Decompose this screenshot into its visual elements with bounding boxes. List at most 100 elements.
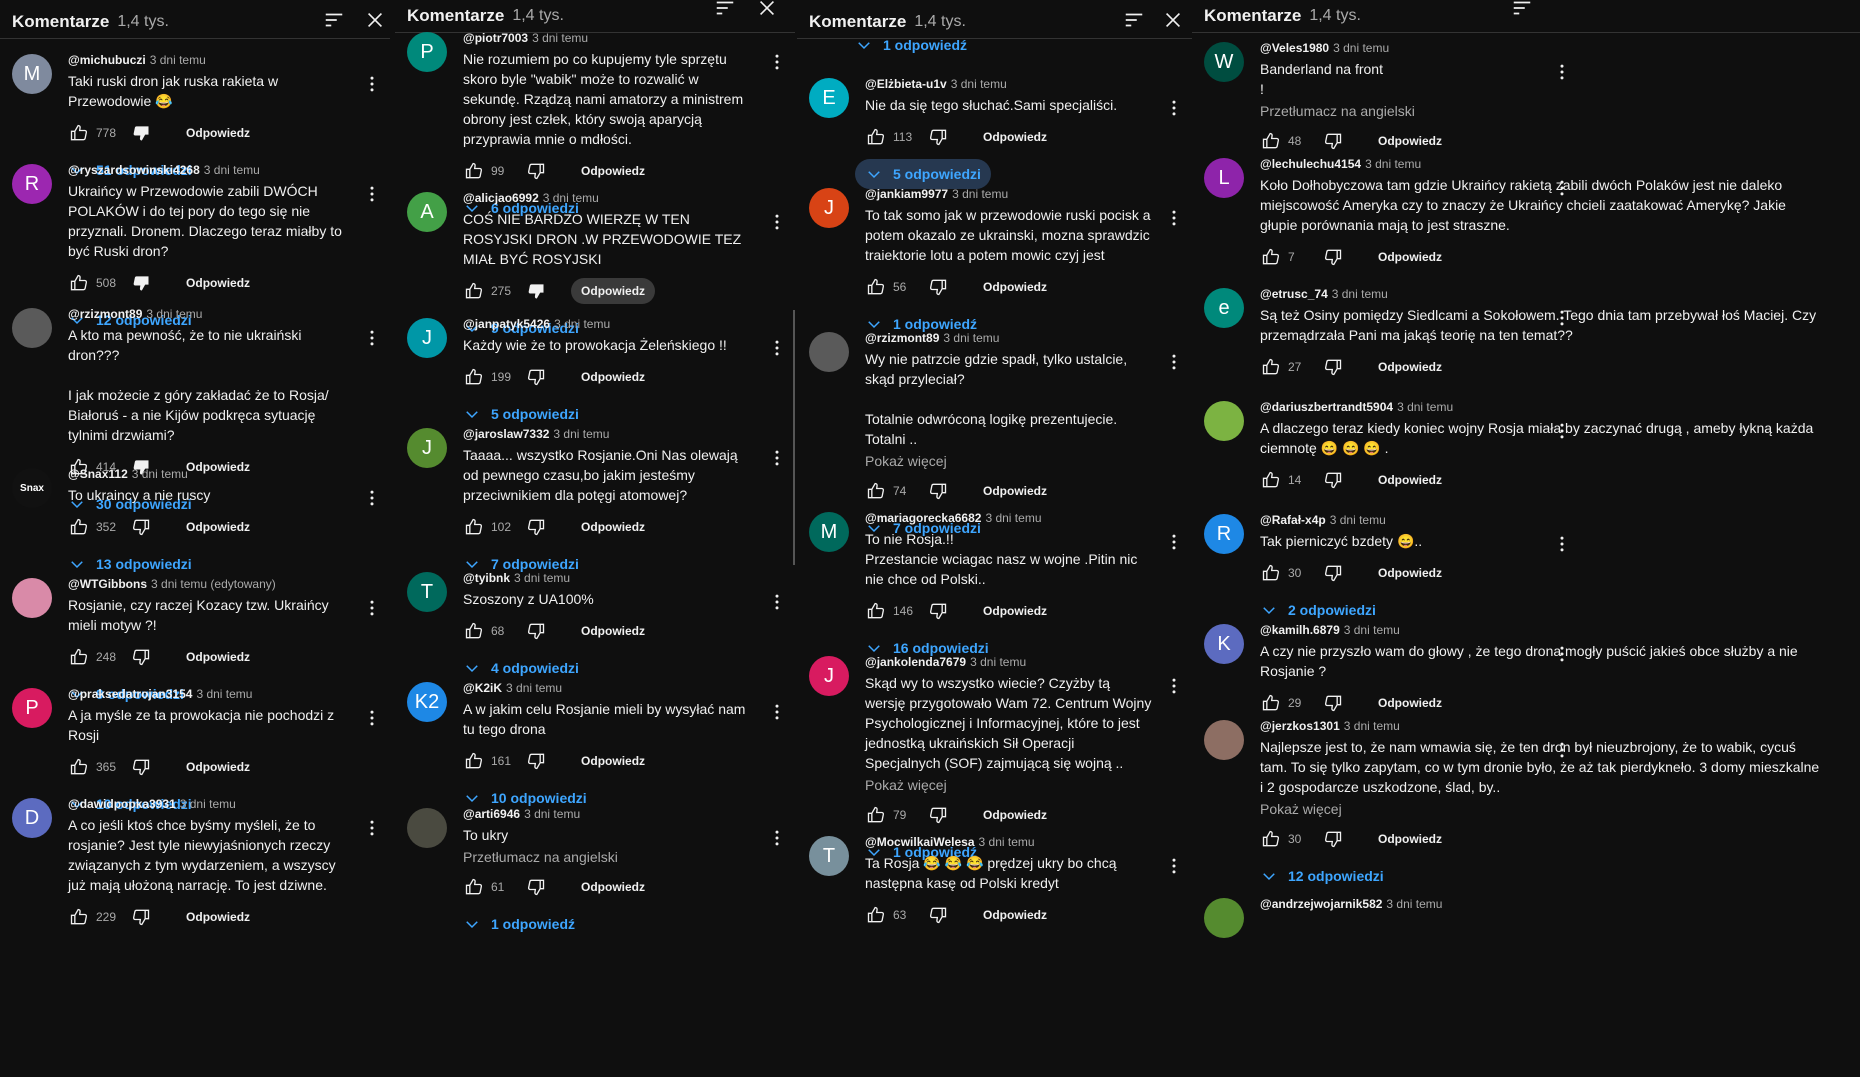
avatar[interactable]: L: [1204, 158, 1244, 198]
more-options-icon[interactable]: [767, 828, 787, 852]
thumbs-up-icon[interactable]: [865, 904, 887, 926]
thumbs-down-icon[interactable]: [1322, 469, 1344, 491]
reply-button[interactable]: Odpowiedz: [1368, 354, 1452, 380]
author-name[interactable]: @jankiam9977: [865, 187, 948, 201]
thumbs-up-icon[interactable]: [865, 276, 887, 298]
avatar[interactable]: J: [407, 428, 447, 468]
more-options-icon[interactable]: [362, 74, 382, 98]
thumbs-up-icon[interactable]: [463, 366, 485, 388]
thumbs-up-icon[interactable]: [463, 620, 485, 642]
more-options-icon[interactable]: [767, 338, 787, 362]
avatar[interactable]: P: [12, 688, 52, 728]
author-name[interactable]: @praksedatrojan3154: [68, 687, 192, 701]
author-name[interactable]: @MocwilkaiWelesa: [865, 835, 975, 849]
author-name[interactable]: @tyibnk: [463, 571, 510, 585]
thumbs-up-icon[interactable]: [865, 480, 887, 502]
thumbs-down-icon[interactable]: [525, 620, 547, 642]
sort-icon[interactable]: [1510, 0, 1534, 20]
thumbs-up-icon[interactable]: [1260, 246, 1282, 268]
reply-button[interactable]: Odpowiedz: [1368, 826, 1452, 852]
thumbs-down-icon[interactable]: [130, 272, 152, 294]
thumbs-down-icon[interactable]: [927, 126, 949, 148]
more-options-icon[interactable]: [767, 592, 787, 616]
thumbs-down-icon[interactable]: [927, 600, 949, 622]
view-replies-button[interactable]: 2 odpowiedzi: [1250, 595, 1386, 625]
more-options-icon[interactable]: [767, 702, 787, 726]
more-options-icon[interactable]: [1552, 308, 1572, 332]
thumbs-down-icon[interactable]: [130, 516, 152, 538]
sort-icon[interactable]: [322, 8, 346, 32]
author-name[interactable]: @etrusc_74: [1260, 287, 1328, 301]
thumbs-down-icon[interactable]: [1322, 356, 1344, 378]
author-name[interactable]: @rzizmont89: [68, 307, 142, 321]
thumbs-down-icon[interactable]: [130, 756, 152, 778]
thumbs-down-icon[interactable]: [1322, 130, 1344, 152]
more-options-icon[interactable]: [362, 184, 382, 208]
more-options-icon[interactable]: [1164, 676, 1184, 700]
thumbs-down-icon[interactable]: [130, 646, 152, 668]
thumbs-up-icon[interactable]: [1260, 356, 1282, 378]
avatar[interactable]: J: [407, 318, 447, 358]
thumbs-up-icon[interactable]: [865, 804, 887, 826]
author-name[interactable]: @K2iK: [463, 681, 502, 695]
avatar[interactable]: [12, 578, 52, 618]
avatar[interactable]: K2: [407, 682, 447, 722]
reply-button[interactable]: Odpowiedz: [973, 124, 1057, 150]
author-name[interactable]: @alicjao6992: [463, 191, 539, 205]
avatar[interactable]: e: [1204, 288, 1244, 328]
more-options-icon[interactable]: [362, 488, 382, 512]
thumbs-up-icon[interactable]: [1260, 692, 1282, 714]
more-options-icon[interactable]: [767, 448, 787, 472]
reply-button[interactable]: Odpowiedz: [973, 802, 1057, 828]
author-name[interactable]: @andrzejwojarnik582: [1260, 897, 1382, 911]
more-options-icon[interactable]: [1552, 178, 1572, 202]
close-icon[interactable]: [1161, 8, 1185, 32]
more-options-icon[interactable]: [362, 598, 382, 622]
more-options-icon[interactable]: [1552, 644, 1572, 668]
thumbs-up-icon[interactable]: [1260, 562, 1282, 584]
thumbs-down-icon[interactable]: [927, 480, 949, 502]
author-name[interactable]: @Elżbieta-u1v: [865, 77, 947, 91]
avatar[interactable]: M: [809, 512, 849, 552]
avatar[interactable]: M: [12, 54, 52, 94]
reply-button[interactable]: Odpowiedz: [176, 904, 260, 930]
avatar[interactable]: A: [407, 192, 447, 232]
avatar[interactable]: D: [12, 798, 52, 838]
thumbs-down-icon[interactable]: [525, 160, 547, 182]
thumbs-down-icon[interactable]: [1322, 246, 1344, 268]
view-replies-button[interactable]: 5 odpowiedzi: [855, 159, 991, 189]
avatar[interactable]: [1204, 401, 1244, 441]
reply-button[interactable]: Odpowiedz: [571, 618, 655, 644]
sort-icon[interactable]: [1122, 8, 1146, 32]
reply-button[interactable]: Odpowiedz: [176, 754, 260, 780]
thumbs-up-icon[interactable]: [463, 280, 485, 302]
reply-button[interactable]: Odpowiedz: [973, 478, 1057, 504]
close-icon[interactable]: [755, 0, 779, 20]
avatar[interactable]: K: [1204, 624, 1244, 664]
view-replies-button[interactable]: 1 odpowiedź: [453, 909, 585, 939]
show-more-link[interactable]: Pokaż więcej: [1260, 801, 1820, 817]
author-name[interactable]: @WTGibbons: [68, 577, 147, 591]
thumbs-up-icon[interactable]: [68, 122, 90, 144]
more-options-icon[interactable]: [1552, 62, 1572, 86]
avatar[interactable]: [1204, 720, 1244, 760]
more-options-icon[interactable]: [1164, 856, 1184, 880]
reply-button[interactable]: Odpowiedz: [973, 598, 1057, 624]
thumbs-down-icon[interactable]: [130, 906, 152, 928]
view-replies-button[interactable]: 5 odpowiedzi: [453, 399, 589, 429]
thumbs-down-icon[interactable]: [525, 280, 547, 302]
thumbs-up-icon[interactable]: [68, 906, 90, 928]
thumbs-up-icon[interactable]: [68, 646, 90, 668]
author-name[interactable]: @dariuszbertrandt5904: [1260, 400, 1393, 414]
thumbs-up-icon[interactable]: [463, 516, 485, 538]
author-name[interactable]: @arti6946: [463, 807, 520, 821]
avatar[interactable]: T: [407, 572, 447, 612]
author-name[interactable]: @michubuczi: [68, 53, 146, 67]
translate-link[interactable]: Przetłumacz na angielski: [463, 849, 755, 865]
close-icon[interactable]: [363, 8, 387, 32]
reply-button[interactable]: Odpowiedz: [1368, 690, 1452, 716]
thumbs-down-icon[interactable]: [525, 876, 547, 898]
author-name[interactable]: @piotr7003: [463, 31, 528, 45]
thumbs-up-icon[interactable]: [68, 272, 90, 294]
reply-button[interactable]: Odpowiedz: [571, 748, 655, 774]
